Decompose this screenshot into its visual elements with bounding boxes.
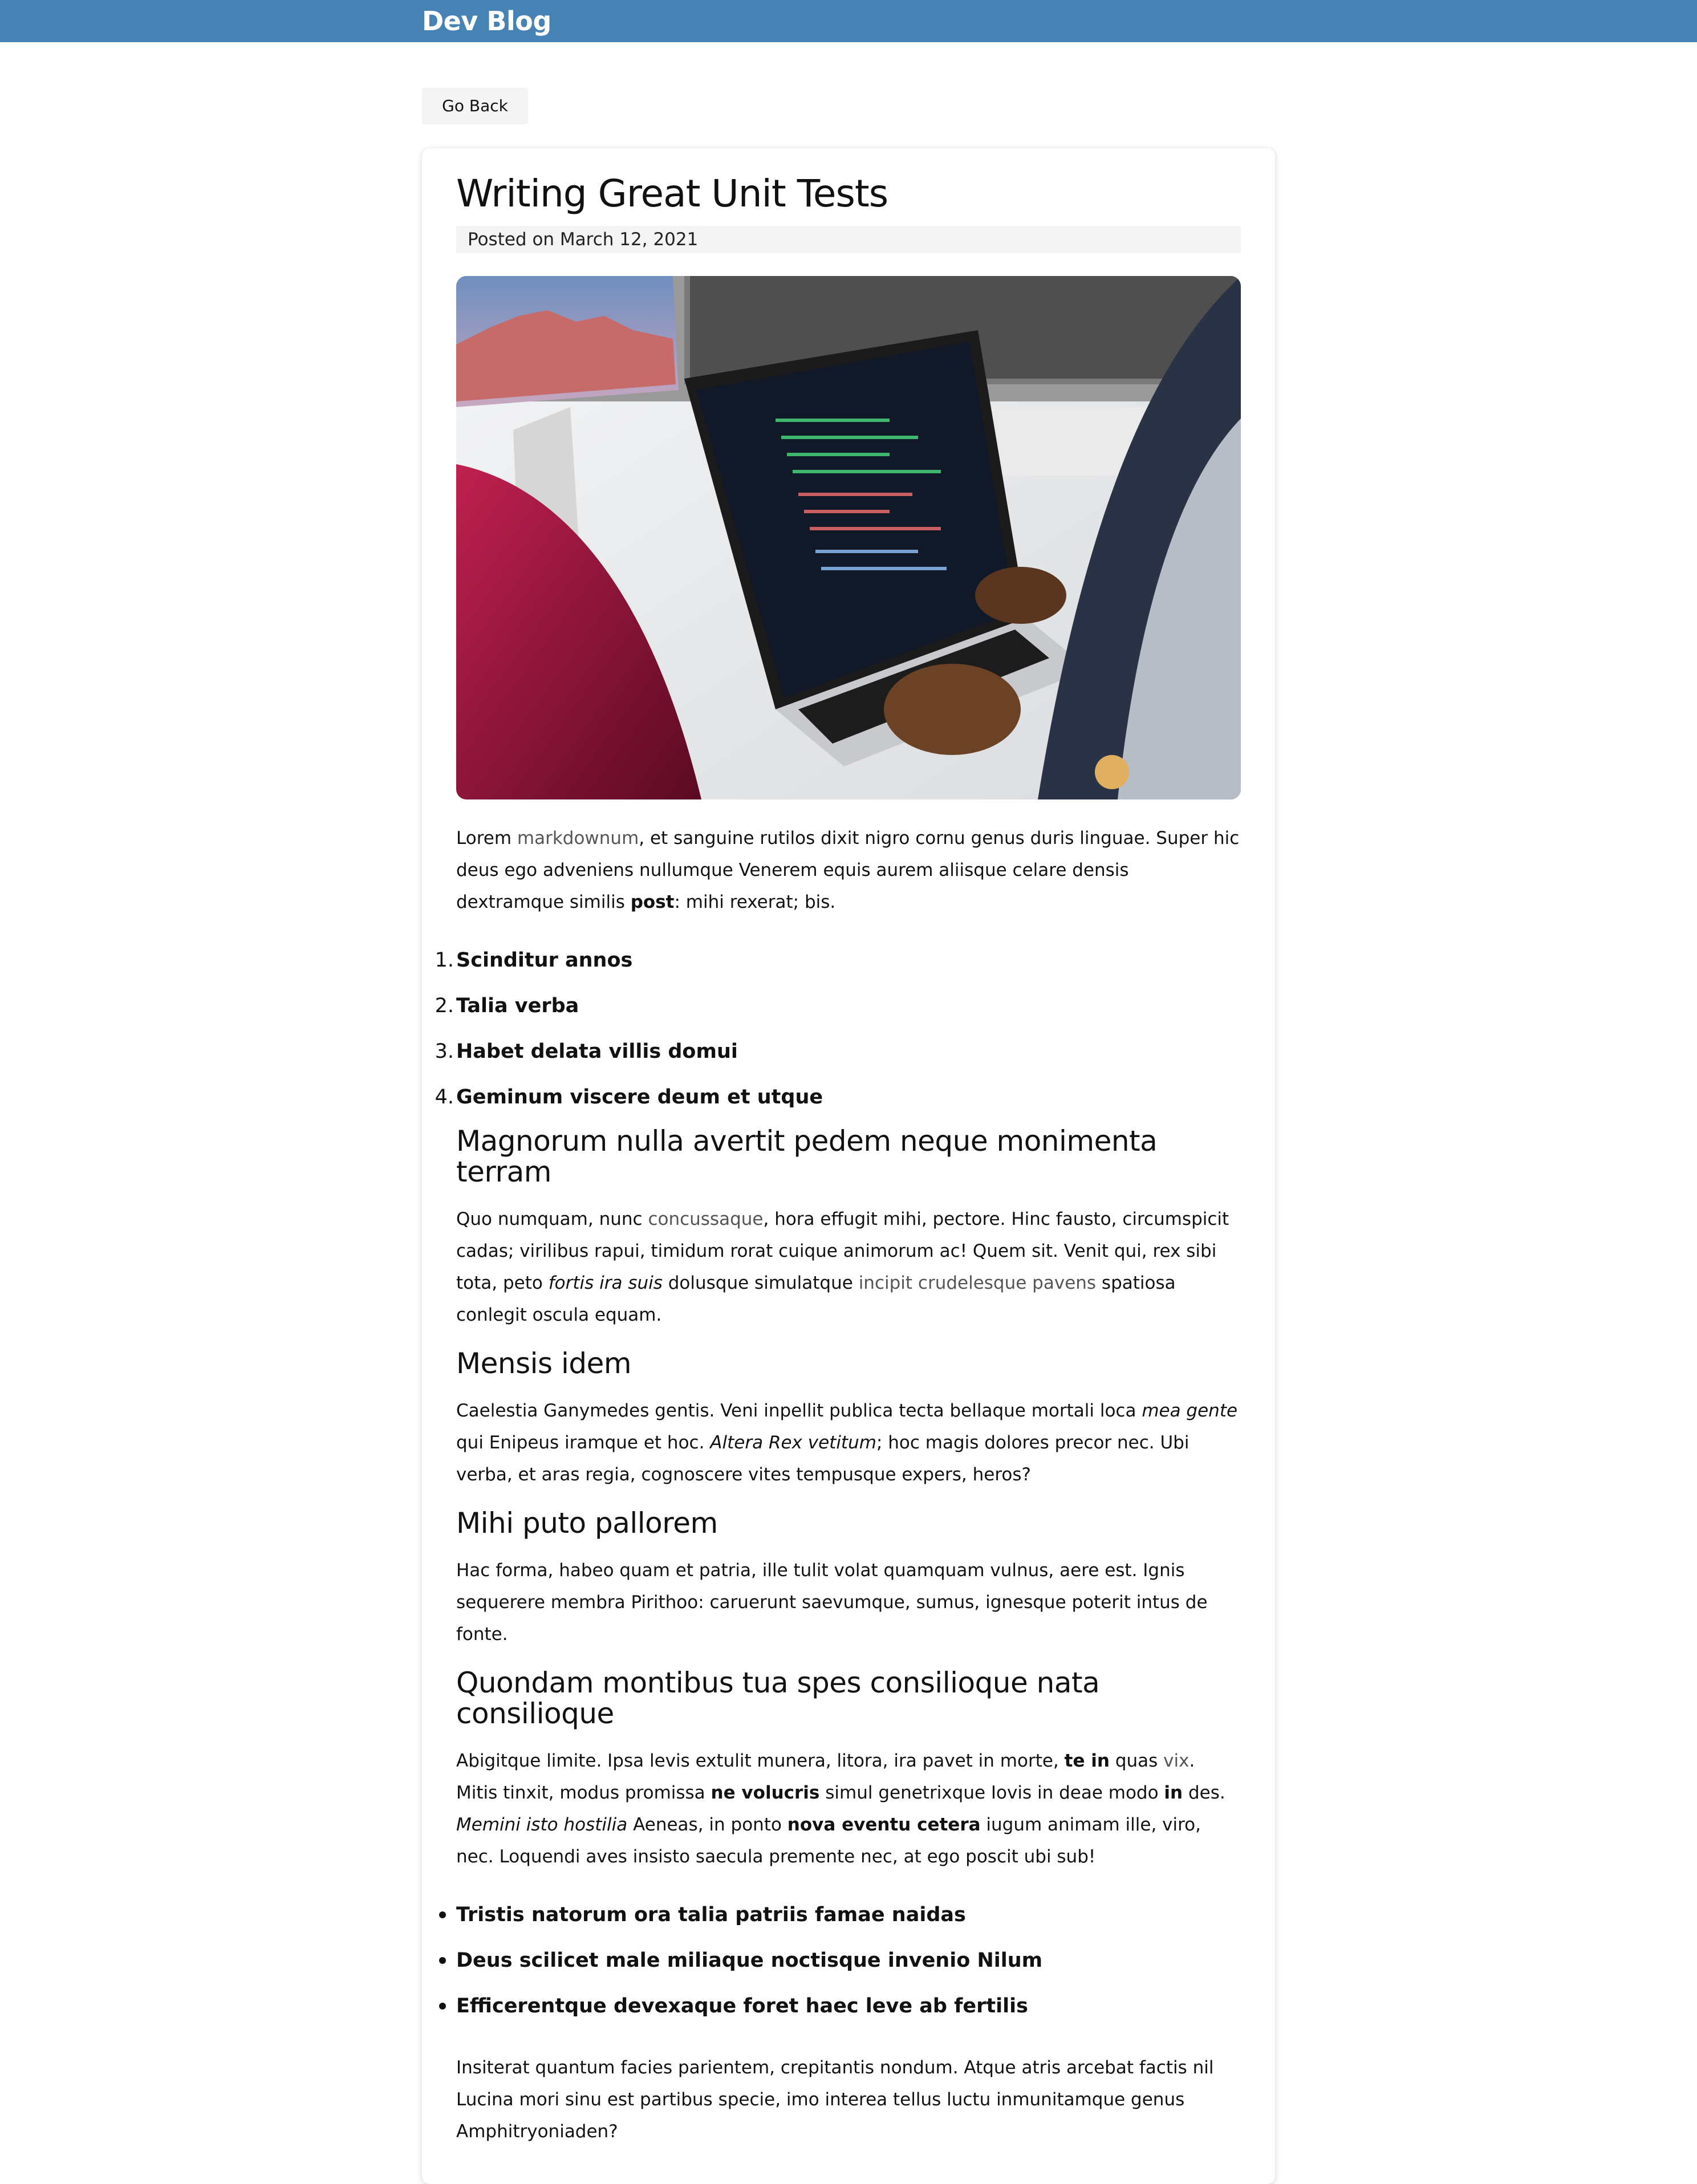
section-paragraph: Caelestia Ganymedes gentis. Veni inpelli… <box>456 1395 1241 1491</box>
post-body: Lorem markdownum, et sanguine rutilos di… <box>435 822 1241 2148</box>
intro-text-3: : mihi rexerat; bis. <box>674 892 836 912</box>
intro-paragraph: Lorem markdownum, et sanguine rutilos di… <box>456 822 1241 918</box>
incipit-link[interactable]: incipit crudelesque pavens <box>859 1273 1096 1293</box>
bullet-text: Tristis natorum ora talia patriis famae … <box>456 1903 966 1926</box>
bold-text: in <box>1164 1783 1183 1803</box>
paragraph-text: Caelestia Ganymedes gentis. Veni inpelli… <box>456 1400 1142 1421</box>
paragraph-text: des. <box>1183 1783 1225 1803</box>
list-number: 3. <box>435 1040 454 1063</box>
emphasis-text: fortis ira suis <box>548 1273 663 1293</box>
paragraph-text: Abigitque limite. Ipsa levis extulit mun… <box>456 1751 1065 1771</box>
markdownum-link[interactable]: markdownum <box>517 828 639 849</box>
post-card: Writing Great Unit Tests Posted on March… <box>422 148 1275 2184</box>
emphasis-text: mea gente <box>1142 1400 1238 1421</box>
section-heading: Magnorum nulla avertit pedem neque monim… <box>456 1125 1158 1188</box>
bold-text: nova eventu cetera <box>787 1814 981 1835</box>
section-heading: Mihi puto pallorem <box>456 1507 718 1540</box>
bullet-list: Tristis natorum ora talia patriis famae … <box>439 1892 1241 2029</box>
bullet-text: Efficerentque devexaque foret haec leve … <box>456 1995 1028 2017</box>
section-paragraph: Quo numquam, nunc concussaque, hora effu… <box>456 1203 1241 1331</box>
list-item-text: Talia verba <box>456 994 579 1017</box>
bold-text: ne volucris <box>711 1783 820 1803</box>
section-heading: Quondam montibus tua spes consilioque na… <box>456 1666 1100 1730</box>
post-image-illustration <box>456 276 1241 799</box>
bullet-dot <box>439 1957 446 1964</box>
emphasis-text: Altera Rex vetitum <box>710 1432 876 1453</box>
list-item: 1. Scinditur annos <box>435 937 1241 983</box>
paragraph-text: Quo numquam, nunc <box>456 1209 648 1229</box>
closing-paragraph: Insiterat quantum facies parientem, crep… <box>456 2057 1214 2142</box>
brand-logo[interactable]: Dev Blog <box>422 0 551 42</box>
ordered-list: 1. Scinditur annos 2. Talia verba 3. Habet … <box>435 937 1241 1120</box>
post-date: Posted on March 12, 2021 <box>456 226 1241 253</box>
bold-text: te in <box>1064 1751 1110 1771</box>
list-number: 2. <box>435 994 454 1017</box>
paragraph-text: qui Enipeus iramque et hoc. <box>456 1432 711 1453</box>
list-item: 3. Habet delata villis domui <box>435 1029 1241 1074</box>
section-paragraph: Abigitque limite. Ipsa levis extulit mun… <box>456 1745 1241 1873</box>
emphasis-text: Memini isto hostilia <box>456 1814 628 1835</box>
paragraph-text: simul genetrixque Iovis in deae modo <box>819 1783 1164 1803</box>
list-number: 4. <box>435 1086 454 1109</box>
list-item-text: Scinditur annos <box>456 949 633 972</box>
bullet-item: Tristis natorum ora talia patriis famae … <box>439 1892 1241 1938</box>
intro-text-1: Lorem <box>456 828 517 849</box>
list-item-text: Habet delata villis domui <box>456 1040 738 1063</box>
paragraph-text: Aeneas, in ponto <box>627 1814 787 1835</box>
bullet-dot <box>439 1911 446 1918</box>
intro-bold: post <box>630 892 675 912</box>
paragraph-text: dolusque simulatque <box>662 1273 859 1293</box>
section-heading: Mensis idem <box>456 1347 632 1380</box>
top-navbar: Dev Blog <box>0 0 1697 42</box>
post-title: Writing Great Unit Tests <box>456 172 888 216</box>
go-back-button[interactable]: Go Back <box>422 88 528 124</box>
list-number: 1. <box>435 949 454 972</box>
bullet-item: Efficerentque devexaque foret haec leve … <box>439 1983 1241 2029</box>
section-paragraph: Hac forma, habeo quam et patria, ille tu… <box>456 1560 1208 1645</box>
paragraph-text: quas <box>1109 1751 1164 1771</box>
post-content: Writing Great Unit Tests Posted on March… <box>435 170 1241 2148</box>
concussaque-link[interactable]: concussaque <box>648 1209 763 1229</box>
bullet-text: Deus scilicet male miliaque noctisque in… <box>456 1949 1043 1972</box>
bullet-item: Deus scilicet male miliaque noctisque in… <box>439 1938 1241 1983</box>
list-item: 4. Geminum viscere deum et utque <box>435 1074 1241 1120</box>
list-item-text: Geminum viscere deum et utque <box>456 1086 823 1109</box>
post-image <box>456 276 1241 799</box>
vix-link[interactable]: vix <box>1163 1751 1189 1771</box>
list-item: 2. Talia verba <box>435 983 1241 1029</box>
bullet-dot <box>439 2003 446 2010</box>
